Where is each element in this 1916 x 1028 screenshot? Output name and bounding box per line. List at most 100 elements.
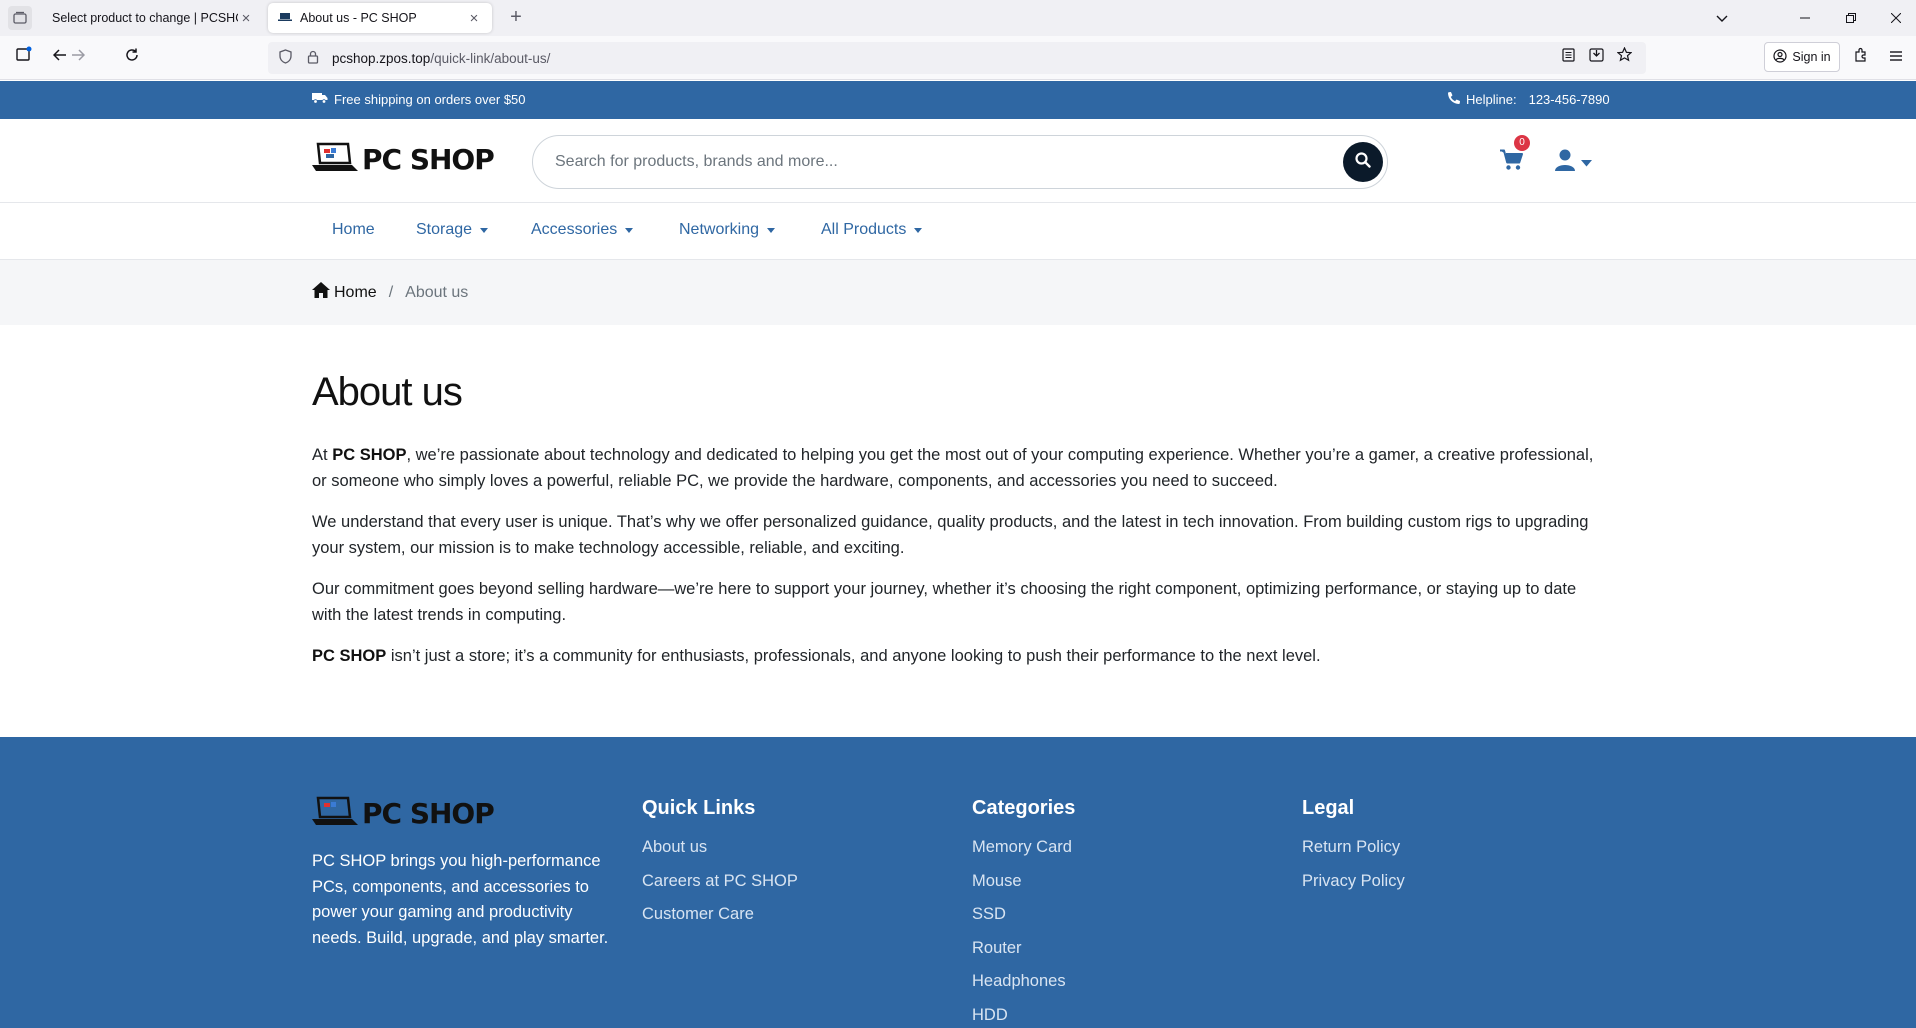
save-to-pocket-icon[interactable]	[1584, 46, 1608, 70]
brand-name: PC SHOP	[362, 143, 495, 176]
search-input[interactable]	[555, 153, 1315, 171]
footer-categories-title: Categories	[972, 797, 1076, 819]
url-text: pcshop.zpos.top/quick-link/about-us/	[332, 51, 550, 66]
tab-title: About us - PC SHOP	[300, 11, 417, 25]
footer-link-headphones[interactable]: Headphones	[972, 972, 1075, 1006]
sign-in-button[interactable]: Sign in	[1764, 42, 1840, 72]
nav-storage[interactable]: Storage	[416, 221, 489, 239]
laptop-icon	[278, 12, 294, 25]
footer-link-ssd[interactable]: SSD	[972, 905, 1075, 939]
extensions-icon[interactable]	[1849, 46, 1873, 70]
truck-icon	[312, 92, 328, 107]
lock-icon[interactable]	[302, 50, 324, 67]
footer-logo[interactable]: PC SHOP	[312, 795, 495, 832]
shipping-notice: Free shipping on orders over $50	[312, 92, 526, 107]
nav-storage-label: Storage	[416, 221, 473, 238]
helpline-number[interactable]: 123-456-7890	[1529, 92, 1610, 107]
site-footer: PC SHOP PC SHOP brings you high-performa…	[0, 737, 1916, 1028]
footer-link-customer-care[interactable]: Customer Care	[642, 905, 798, 939]
forward-icon[interactable]	[66, 46, 90, 70]
footer-categories: Categories Memory Card Mouse SSD Router …	[972, 797, 1075, 1028]
phone-icon	[1448, 91, 1461, 107]
breadcrumb-home[interactable]: Home	[312, 282, 377, 303]
page-title: About us	[312, 370, 463, 414]
caret-down-icon	[625, 227, 634, 233]
sidebar-toggle-icon[interactable]	[12, 46, 36, 70]
url-path: /quick-link/about-us/	[430, 50, 551, 66]
footer-quick-links: Quick Links About us Careers at PC SHOP …	[642, 797, 798, 939]
caret-down-icon	[914, 227, 923, 233]
nav-home-label: Home	[332, 221, 375, 238]
close-window-icon[interactable]	[1884, 6, 1908, 30]
shopping-cart-icon	[1500, 149, 1524, 175]
footer-link-careers[interactable]: Careers at PC SHOP	[642, 872, 798, 906]
announcement-bar: Free shipping on orders over $50 Helplin…	[0, 81, 1916, 119]
site-header: PC SHOP 0	[0, 119, 1916, 203]
address-bar[interactable]: pcshop.zpos.top/quick-link/about-us/	[268, 42, 1646, 74]
minimize-icon[interactable]	[1793, 6, 1817, 30]
helpline-label: Helpline:	[1466, 92, 1517, 107]
footer-quick-links-title: Quick Links	[642, 797, 756, 819]
tab-title: Select product to change | PCSHOP	[52, 11, 238, 25]
user-icon	[1555, 149, 1575, 176]
account-dropdown[interactable]	[1555, 149, 1592, 176]
nav-accessories-label: Accessories	[531, 221, 618, 238]
footer-legal: Legal Return Policy Privacy Policy	[1302, 797, 1405, 905]
footer-link-memory-card[interactable]: Memory Card	[972, 838, 1075, 872]
nav-all-products[interactable]: All Products	[821, 221, 923, 239]
footer-brand-name: PC SHOP	[362, 797, 495, 830]
nav-accessories[interactable]: Accessories	[531, 221, 634, 239]
paragraph-community: PC SHOP isn’t just a store; it’s a commu…	[312, 644, 1608, 670]
close-icon[interactable]: ×	[466, 10, 482, 27]
breadcrumb-trail: Home / About us	[312, 282, 468, 303]
search-box	[532, 135, 1388, 189]
footer-link-mouse[interactable]: Mouse	[972, 872, 1075, 906]
chevron-down-icon	[1581, 154, 1592, 172]
p4-post: isn’t just a store; it’s a community for…	[386, 647, 1321, 665]
shipping-text: Free shipping on orders over $50	[334, 92, 526, 107]
browser-tab-bar: Select product to change | PCSHOP × Abou…	[0, 0, 1916, 36]
close-icon[interactable]: ×	[238, 10, 254, 27]
p1-pre: At	[312, 446, 333, 464]
tab-list-icon[interactable]	[8, 6, 32, 30]
bookmark-star-icon[interactable]	[1612, 46, 1636, 70]
new-tab-icon[interactable]: +	[504, 6, 528, 30]
footer-link-privacy-policy[interactable]: Privacy Policy	[1302, 872, 1405, 906]
cart-count-badge: 0	[1514, 135, 1530, 151]
paragraph-mission: We understand that every user is unique.…	[312, 513, 1589, 557]
page-content: About us At PC SHOP, we’re passionate ab…	[312, 370, 1612, 686]
breadcrumb: Home / About us	[0, 260, 1916, 325]
site-logo[interactable]: PC SHOP	[312, 141, 495, 178]
reader-view-icon[interactable]	[1556, 46, 1580, 70]
breadcrumb-current: About us	[405, 283, 469, 301]
shield-icon[interactable]	[274, 49, 296, 67]
hamburger-menu-icon[interactable]	[1884, 46, 1908, 70]
footer-link-hdd[interactable]: HDD	[972, 1006, 1075, 1028]
footer-link-return-policy[interactable]: Return Policy	[1302, 838, 1405, 872]
nav-networking-label: Networking	[679, 221, 760, 238]
browser-toolbar: pcshop.zpos.top/quick-link/about-us/ Sig…	[0, 36, 1916, 80]
cart-button[interactable]: 0	[1500, 135, 1530, 175]
caret-down-icon	[480, 227, 489, 233]
laptop-logo-icon	[312, 141, 358, 178]
main-nav: Home Storage Accessories Networking All …	[0, 203, 1916, 260]
footer-link-router[interactable]: Router	[972, 939, 1075, 973]
p1-post: , we’re passionate about technology and …	[312, 446, 1594, 490]
breadcrumb-separator: /	[388, 283, 394, 301]
chevron-down-icon[interactable]	[1710, 6, 1734, 30]
footer-about-text: PC SHOP brings you high-performance PCs,…	[312, 852, 609, 947]
browser-tab[interactable]: Select product to change | PCSHOP ×	[42, 3, 264, 33]
restore-icon[interactable]	[1839, 6, 1863, 30]
reload-icon[interactable]	[120, 46, 144, 70]
p1-brand: PC SHOP	[332, 446, 407, 464]
breadcrumb-home-label: Home	[334, 283, 377, 301]
nav-networking[interactable]: Networking	[679, 221, 776, 239]
url-host: pcshop.zpos.top	[332, 50, 431, 66]
nav-home[interactable]: Home	[332, 221, 375, 239]
caret-down-icon	[767, 227, 776, 233]
nav-all-products-label: All Products	[821, 221, 907, 238]
footer-link-about-us[interactable]: About us	[642, 838, 798, 872]
browser-tab-active[interactable]: About us - PC SHOP ×	[268, 3, 492, 33]
home-icon	[312, 282, 330, 303]
search-button[interactable]	[1343, 142, 1383, 182]
